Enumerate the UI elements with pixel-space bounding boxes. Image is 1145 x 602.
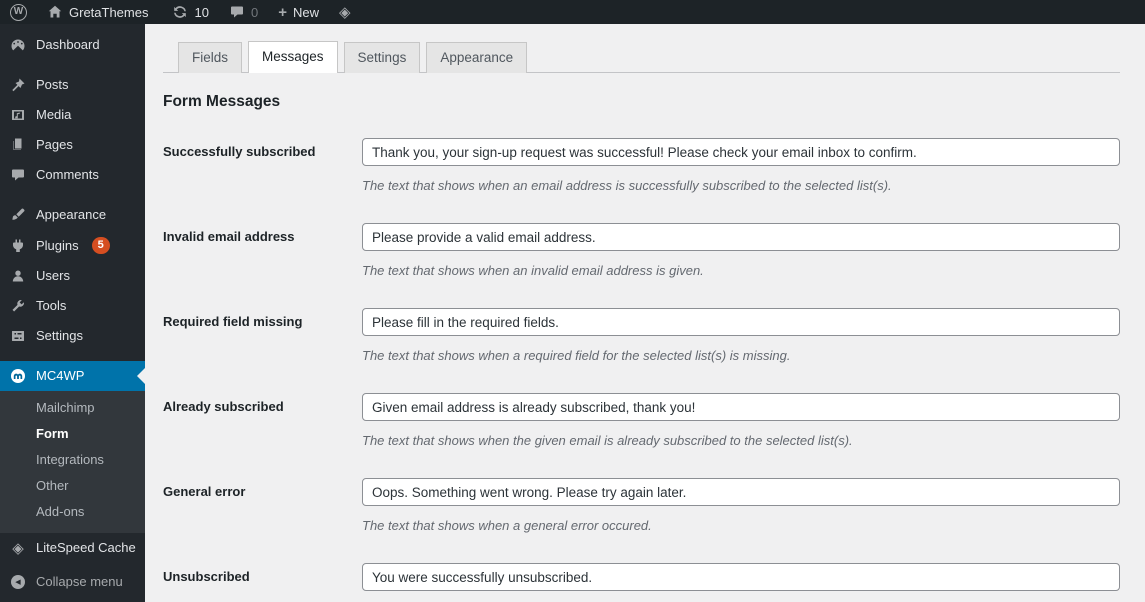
sidebar-item-litespeed-cache[interactable]: ◈ LiteSpeed Cache: [0, 533, 145, 563]
tab-appearance[interactable]: Appearance: [426, 42, 528, 73]
new-label: New: [292, 4, 319, 20]
site-name-label: GretaThemes: [69, 4, 149, 20]
media-icon: [9, 107, 27, 123]
mc4wp-icon: [9, 368, 27, 384]
successfully-subscribed-input[interactable]: [362, 138, 1120, 166]
submenu-item-addons[interactable]: Add-ons: [0, 499, 145, 525]
tab-fields[interactable]: Fields: [178, 42, 243, 73]
sidebar-item-label: Plugins: [36, 237, 79, 253]
mc4wp-submenu: Mailchimp Form Integrations Other Add-on…: [0, 391, 145, 533]
message-row-unsubscribed: Unsubscribed When using the unsubscribe …: [163, 563, 1120, 602]
field-description: The text that shows when an invalid emai…: [362, 263, 704, 278]
collapse-menu-label: Collapse menu: [36, 574, 123, 589]
general-error-input[interactable]: [362, 478, 1120, 506]
message-row-successfully-subscribed: Successfully subscribed The text that sh…: [163, 138, 1120, 194]
already-subscribed-input[interactable]: [362, 393, 1120, 421]
litespeed-icon: ◈: [338, 3, 351, 21]
sidebar-item-label: Settings: [36, 328, 83, 343]
message-row-general-error: General error The text that shows when a…: [163, 478, 1120, 534]
home-icon: [47, 4, 63, 20]
unsubscribed-input[interactable]: [362, 563, 1120, 591]
plugin-icon: [9, 238, 27, 254]
sidebar-item-plugins[interactable]: Plugins 5: [0, 230, 145, 261]
sidebar-item-label: Users: [36, 268, 70, 283]
sidebar-item-dashboard[interactable]: Dashboard: [0, 30, 145, 60]
dashboard-icon: [9, 37, 27, 53]
tab-settings[interactable]: Settings: [343, 42, 421, 73]
sidebar-item-label: Pages: [36, 137, 73, 152]
collapse-menu-button[interactable]: ◀ Collapse menu: [0, 567, 145, 597]
updates-icon: [172, 4, 188, 20]
wrench-icon: [9, 298, 27, 314]
collapse-arrow-icon: ◀: [9, 574, 27, 590]
wordpress-icon: W: [10, 3, 27, 21]
user-icon: [9, 268, 27, 284]
form-messages-page: Fields Messages Settings Appearance Form…: [145, 24, 1145, 602]
message-row-required-field: Required field missing The text that sho…: [163, 308, 1120, 364]
message-row-already-subscribed: Already subscribed The text that shows w…: [163, 393, 1120, 449]
new-content-menu[interactable]: + New: [268, 0, 329, 24]
field-description: The text that shows when the given email…: [362, 433, 853, 448]
sidebar-item-label: Dashboard: [36, 37, 100, 52]
submenu-item-mailchimp[interactable]: Mailchimp: [0, 395, 145, 421]
page-title: Form Messages: [163, 93, 281, 110]
comments-icon: [9, 167, 27, 183]
plugins-update-badge: 5: [91, 237, 110, 254]
field-label: General error: [163, 484, 246, 499]
wordpress-logo-menu[interactable]: W: [0, 0, 37, 24]
sidebar-item-label: Tools: [36, 298, 67, 313]
sidebar-item-pages[interactable]: Pages: [0, 130, 145, 160]
sidebar-item-label: MC4WP: [36, 368, 85, 383]
message-row-invalid-email: Invalid email address The text that show…: [163, 223, 1120, 279]
admin-bar: W GretaThemes 10 0 + New ◈: [0, 0, 1145, 24]
sidebar-item-settings[interactable]: Settings: [0, 321, 145, 351]
field-label: Invalid email address: [163, 229, 295, 244]
sidebar-item-mc4wp[interactable]: MC4WP: [0, 361, 145, 391]
paintbrush-icon: [9, 207, 27, 223]
site-name-link[interactable]: GretaThemes: [37, 0, 158, 24]
sidebar-item-label: Media: [36, 107, 72, 122]
field-label: Already subscribed: [163, 399, 284, 414]
submenu-item-form[interactable]: Form: [0, 421, 145, 447]
form-settings-tabs: Fields Messages Settings Appearance: [163, 41, 1120, 73]
sidebar-item-tools[interactable]: Tools: [0, 291, 145, 321]
comment-icon: [229, 4, 245, 20]
submenu-item-other[interactable]: Other: [0, 473, 145, 499]
sidebar-item-users[interactable]: Users: [0, 261, 145, 291]
litespeed-admin-bar-menu[interactable]: ◈: [329, 0, 361, 24]
sidebar-item-appearance[interactable]: Appearance: [0, 200, 145, 230]
pushpin-icon: [9, 77, 27, 93]
plus-icon: +: [278, 3, 287, 21]
field-description: The text that shows when a general error…: [362, 518, 652, 533]
sidebar-item-label: Posts: [36, 77, 69, 92]
field-label: Successfully subscribed: [163, 144, 316, 159]
required-field-input[interactable]: [362, 308, 1120, 336]
settings-icon: [9, 328, 27, 344]
field-label: Required field missing: [163, 314, 303, 329]
field-description: The text that shows when an email addres…: [362, 178, 892, 193]
invalid-email-input[interactable]: [362, 223, 1120, 251]
sidebar-item-comments[interactable]: Comments: [0, 160, 145, 190]
field-description: The text that shows when a required fiel…: [362, 348, 791, 363]
updates-link[interactable]: 10: [162, 0, 218, 24]
pages-icon: [9, 137, 27, 153]
sidebar-item-label: LiteSpeed Cache: [36, 540, 136, 555]
litespeed-icon: ◈: [12, 539, 24, 557]
submenu-item-integrations[interactable]: Integrations: [0, 447, 145, 473]
update-count: 10: [194, 4, 209, 20]
comments-link[interactable]: 0: [219, 0, 268, 24]
sidebar-item-label: Appearance: [36, 207, 107, 222]
sidebar-item-label: Comments: [36, 167, 99, 182]
comment-count: 0: [250, 4, 259, 20]
field-label: Unsubscribed: [163, 569, 250, 584]
sidebar-item-media[interactable]: Media: [0, 100, 145, 130]
admin-sidebar-menu: Dashboard Posts Media Pages Comments App…: [0, 24, 145, 602]
tab-messages[interactable]: Messages: [248, 41, 338, 73]
sidebar-item-posts[interactable]: Posts: [0, 70, 145, 100]
